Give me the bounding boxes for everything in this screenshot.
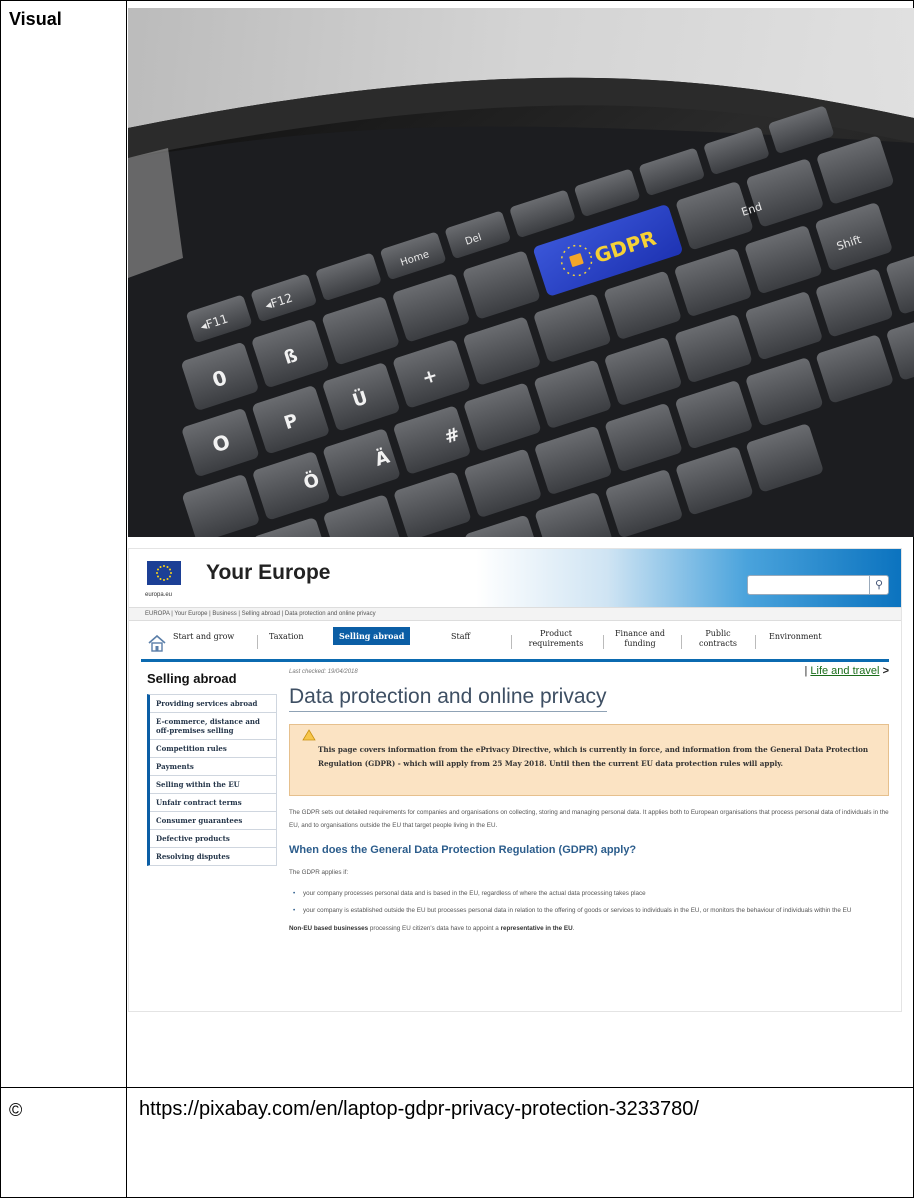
sidebar-item[interactable]: Providing services abroad [150,695,276,713]
final-end: . [572,925,575,932]
last-checked: Last checked: 19/04/2018 [289,669,358,675]
sidebar-title: Selling abroad [147,671,237,686]
applies-list: your company processes personal data and… [289,887,889,917]
main-content: Last checked: 19/04/2018 | Life and trav… [289,665,889,932]
site-header: europa.eu Your Europe ⚲ [129,549,901,607]
sidebar-item[interactable]: Defective products [150,830,276,848]
main-nav: Start and grow Taxation Selling abroad S… [141,625,889,662]
sidebar-item[interactable]: Selling within the EU [150,776,276,794]
source-url[interactable]: https://pixabay.com/en/laptop-gdpr-priva… [126,1087,914,1198]
visual-label: Visual [0,0,127,1088]
nav-start-and-grow[interactable]: Start and grow [173,632,234,642]
copyright-label: © [0,1087,127,1198]
sidebar-item[interactable]: Unfair contract terms [150,794,276,812]
site-title: Your Europe [206,561,331,584]
intro-paragraph: The GDPR sets out detailed requirements … [289,809,889,829]
sidebar-item[interactable]: Competition rules [150,740,276,758]
section-heading: When does the General Data Protection Re… [289,844,637,856]
notice-box: This page covers information from the eP… [289,724,889,796]
sidebar-item[interactable]: Payments [150,758,276,776]
list-item: your company is established outside the … [289,904,889,917]
final-bold-lead: Non-EU based businesses [289,925,369,932]
breadcrumb: EUROPA | Your Europe | Business | Sellin… [129,607,901,621]
sidebar-item[interactable]: Resolving disputes [150,848,276,865]
notice-text: This page covers information from the eP… [318,745,869,768]
nav-staff[interactable]: Staff [451,632,470,642]
laptop-gdpr-photo: ◂F11 ◂F12 0 ß O P Ü + Ö Ä # Home Del End… [128,8,914,537]
europa-eu-label: europa.eu [145,592,173,598]
nav-public-contracts[interactable]: Public contracts [693,629,743,649]
warning-icon [302,729,316,741]
nav-taxation[interactable]: Taxation [269,632,304,642]
eu-flag-icon [147,561,181,585]
page-title: Data protection and online privacy [289,685,607,712]
nav-selling-abroad[interactable]: Selling abroad [333,627,411,645]
sidebar-list: Providing services abroad E-commerce, di… [147,694,277,866]
nav-finance-and-funding[interactable]: Finance and funding [611,629,669,649]
list-item: your company processes personal data and… [289,887,889,900]
final-middle: processing EU citizen's data have to app… [368,925,501,932]
nav-product-requirements[interactable]: Product requirements [521,629,591,649]
sidebar: Selling abroad Providing services abroad… [147,671,277,866]
sidebar-item[interactable]: E-commerce, distance and off-premises se… [150,713,276,740]
your-europe-webpage: europa.eu Your Europe ⚲ EUROPA | Your Eu… [128,548,902,1012]
search-input[interactable]: ⚲ [747,575,889,595]
life-and-travel-label[interactable]: Life and travel [810,665,879,677]
search-icon[interactable]: ⚲ [869,576,888,594]
final-paragraph: Non-EU based businesses processing EU ci… [289,925,889,932]
life-and-travel-link[interactable]: | Life and travel > [804,665,889,677]
applies-intro: The GDPR applies if: [289,869,349,876]
sidebar-item[interactable]: Consumer guarantees [150,812,276,830]
chevron-right-icon: > [882,665,889,677]
home-icon[interactable] [147,633,167,653]
nav-environment[interactable]: Environment [769,632,822,642]
final-bold-representative: representative in the EU [500,925,573,932]
